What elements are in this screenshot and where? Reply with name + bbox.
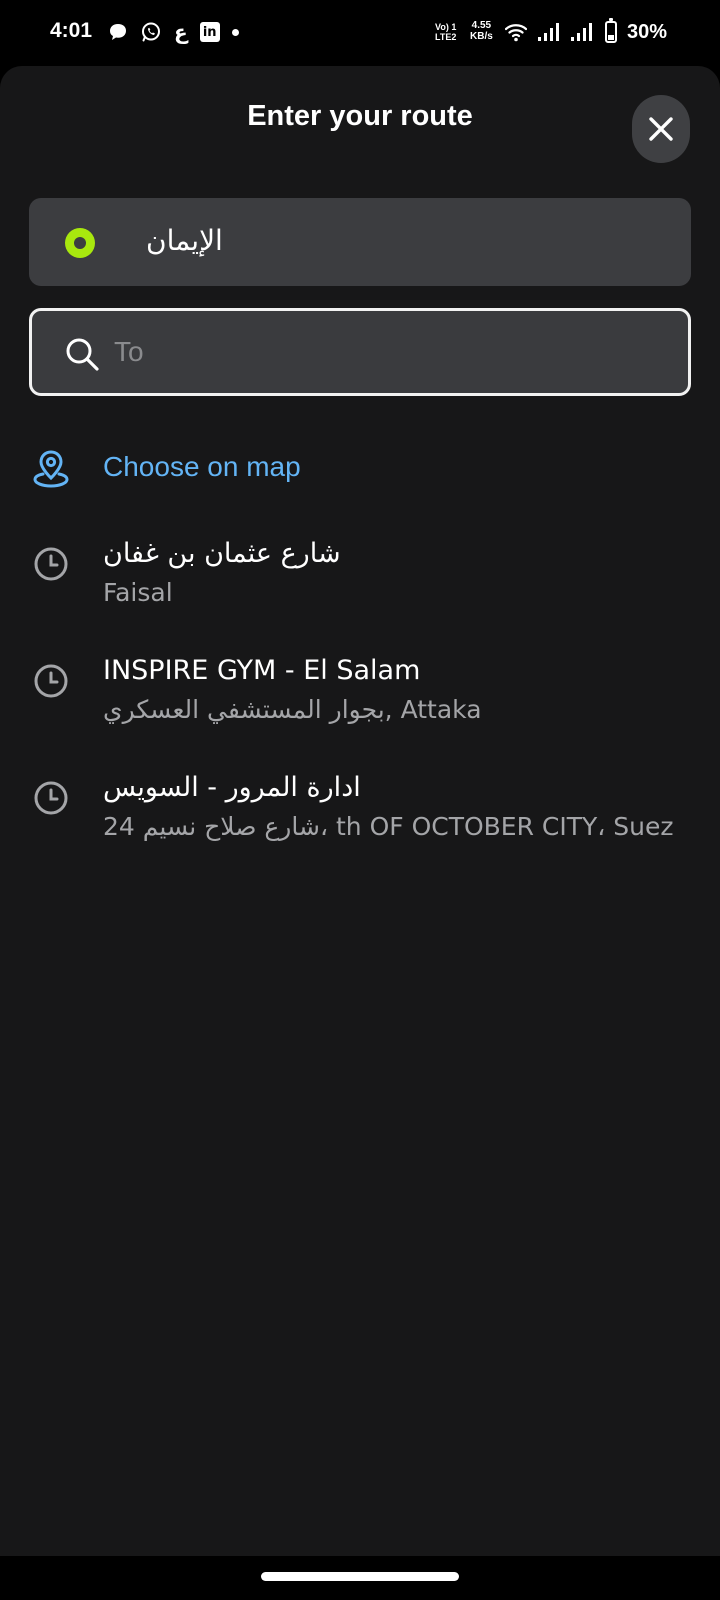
signal-strength-icon [571, 22, 593, 47]
from-field[interactable]: الإيمان [29, 198, 691, 286]
whatsapp-icon [140, 21, 162, 43]
volte-line1: Vo) 1 [435, 22, 457, 32]
sheet-title: Enter your route [247, 100, 473, 132]
choose-on-map-label: Choose on map [103, 451, 301, 482]
dot-icon [231, 28, 239, 36]
arabic-letter-icon: ع [174, 20, 188, 44]
map-pin-icon [32, 449, 70, 494]
close-icon [649, 117, 673, 141]
network-speed: 4.55 KB/s [470, 20, 493, 42]
recent-place-title: INSPIRE GYM - El Salam [103, 655, 421, 686]
from-value: الإيمان [146, 224, 223, 257]
linkedin-icon: in [199, 22, 220, 42]
home-gesture-handle[interactable] [261, 1572, 459, 1581]
speed-value: 4.55 [471, 20, 492, 31]
signal-strength-icon [538, 22, 560, 47]
battery-percent: 30% [627, 21, 668, 43]
close-button[interactable] [632, 95, 690, 163]
battery-icon [605, 18, 617, 43]
status-time: 4:01 [50, 19, 93, 42]
recent-place-item[interactable]: شارع عثمان بن غفان Faisal [30, 538, 690, 628]
choose-on-map-button[interactable]: Choose on map [30, 441, 690, 497]
to-field[interactable] [29, 308, 691, 396]
recent-place-subtitle: Faisal [103, 578, 173, 607]
battery-fill [608, 35, 614, 40]
status-bar: 4:01 ع in Vo) 1 LTE2 4.55 KB/s 30% [0, 0, 720, 66]
speed-unit: KB/s [470, 31, 493, 42]
volte-indicator: Vo) 1 LTE2 [435, 22, 456, 42]
history-clock-icon [33, 780, 69, 821]
route-sheet: Enter your route الإيمان To Choose on ma… [0, 66, 720, 1556]
history-clock-icon [33, 663, 69, 704]
chat-bubble-icon [108, 22, 128, 42]
screen: 4:01 ع in Vo) 1 LTE2 4.55 KB/s 30% Enter… [0, 0, 720, 1600]
wifi-icon [504, 22, 528, 47]
history-clock-icon [33, 546, 69, 587]
recent-place-title: ادارة المرور - السويس [103, 772, 361, 803]
recent-place-subtitle: 24 شارع صلاح نسيم، th OF OCTOBER CITY، S… [103, 812, 674, 841]
recent-place-item[interactable]: INSPIRE GYM - El Salam بجوار المستشفي ال… [30, 655, 690, 745]
to-input[interactable] [114, 331, 654, 373]
recent-place-title: شارع عثمان بن غفان [103, 538, 341, 569]
recent-place-subtitle: بجوار المستشفي العسكري, Attaka [103, 695, 482, 724]
notification-icons: ع in [108, 20, 239, 44]
origin-dot-icon [65, 228, 95, 258]
search-icon [64, 336, 100, 377]
recent-place-item[interactable]: ادارة المرور - السويس 24 شارع صلاح نسيم،… [30, 772, 690, 862]
volte-line2: LTE2 [435, 32, 457, 42]
